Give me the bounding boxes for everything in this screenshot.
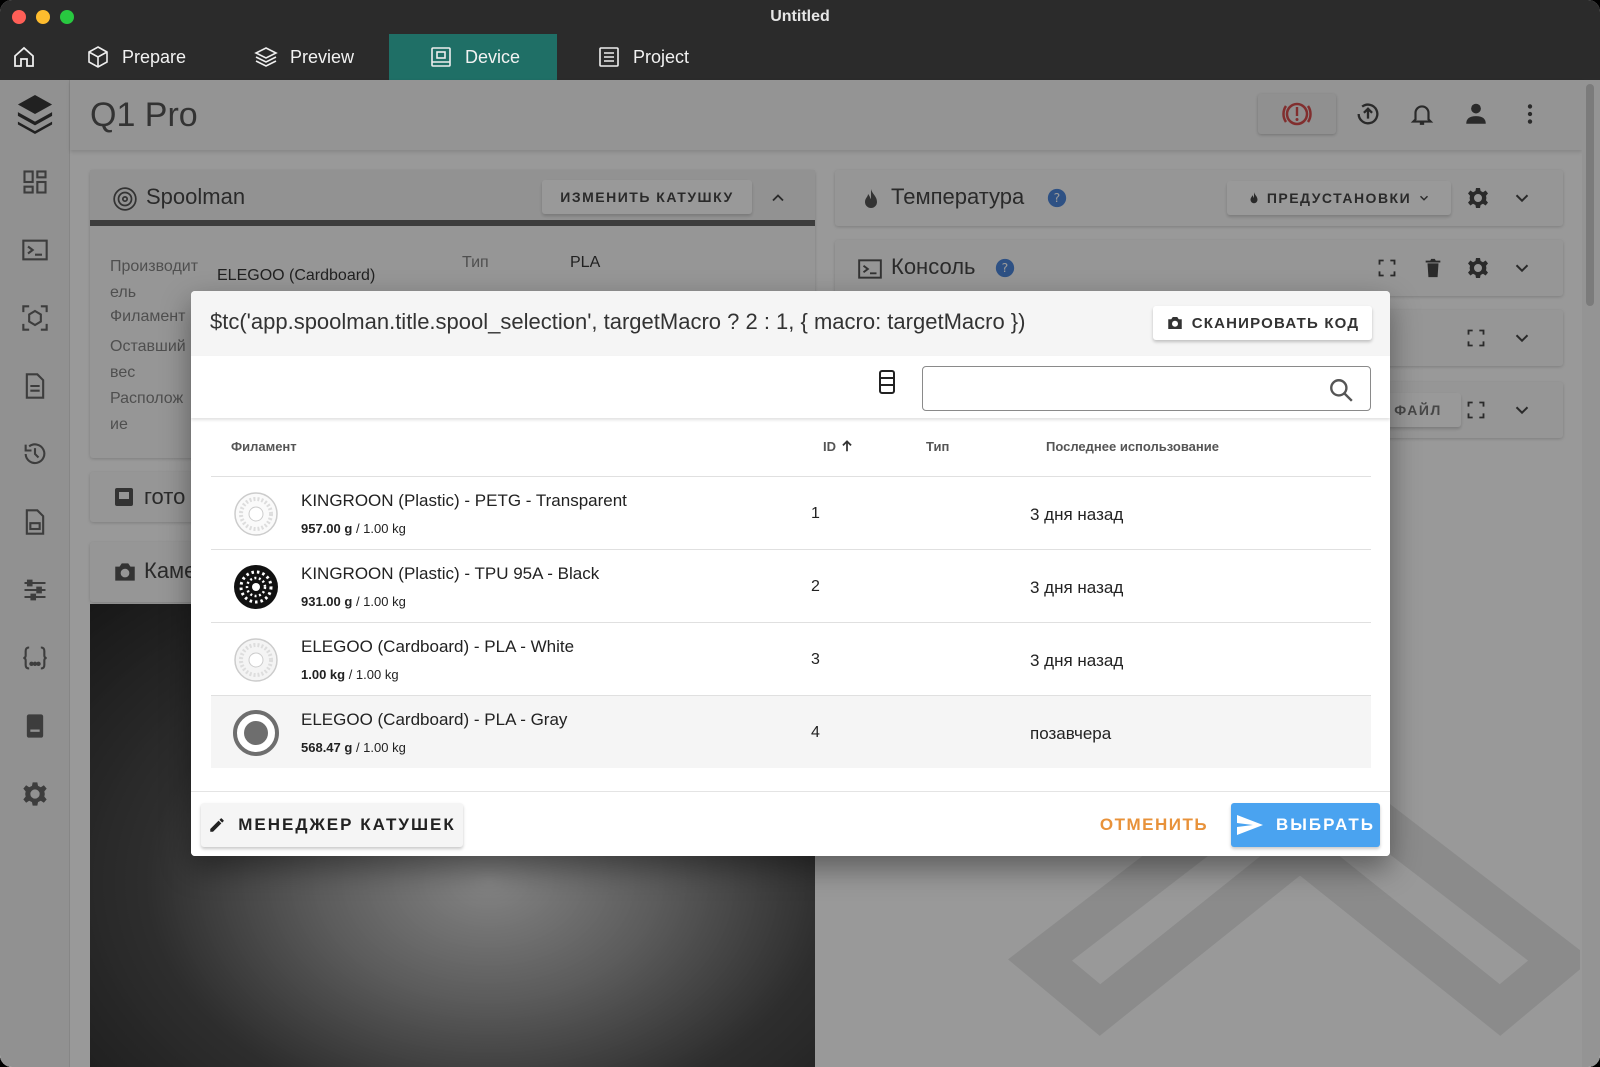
filament-name: ELEGOO (Cardboard) - PLA - Gray	[301, 710, 568, 729]
remaining-weight: 1.00 kg	[301, 667, 346, 682]
table-row[interactable]: KINGROON (Plastic) - PETG - Transparent …	[211, 476, 1371, 549]
remaining-weight: 957.00 g	[301, 521, 353, 536]
last-used: 3 дня назад	[1030, 578, 1124, 597]
spool-gray-icon	[233, 710, 279, 756]
total-weight: / 1.00 kg	[352, 521, 406, 536]
select-label: ВЫБРАТЬ	[1275, 815, 1376, 834]
total-weight: / 1.00 kg	[352, 740, 406, 755]
column-header-id[interactable]: ID	[823, 439, 854, 454]
filament-name: KINGROON (Plastic) - TPU 95A - Black	[301, 564, 600, 583]
tab-project[interactable]: Project	[597, 34, 707, 80]
spool-manager-button[interactable]: МЕНЕДЖЕР КАТУШЕК	[201, 803, 463, 847]
column-header-type[interactable]: Тип	[926, 439, 949, 454]
dialog-toolbar	[191, 356, 1390, 418]
tab-preview[interactable]: Preview	[254, 34, 374, 80]
title-bar: Untitled	[0, 0, 1600, 34]
tab-prepare[interactable]: Prepare	[86, 34, 206, 80]
total-weight: / 1.00 kg	[345, 667, 399, 682]
tab-prepare-label: Prepare	[122, 46, 187, 67]
select-button[interactable]: ВЫБРАТЬ	[1231, 803, 1380, 847]
dialog-footer: МЕНЕДЖЕР КАТУШЕК ОТМЕНИТЬ ВЫБРАТЬ	[191, 791, 1390, 856]
spool-id: 4	[811, 724, 820, 741]
table-row[interactable]: KINGROON (Plastic) - TPU 95A - Black 931…	[211, 549, 1371, 622]
dialog-header: $tc('app.spoolman.title.spool_selection'…	[191, 291, 1390, 356]
filament-name: ELEGOO (Cardboard) - PLA - White	[301, 637, 575, 656]
spool-id: 2	[811, 578, 820, 595]
camera-icon	[1167, 317, 1182, 329]
last-used: 3 дня назад	[1030, 505, 1124, 524]
filament-name: KINGROON (Plastic) - PETG - Transparent	[301, 491, 627, 510]
home-icon	[14, 46, 34, 67]
search-icon[interactable]	[1328, 377, 1354, 403]
cancel-button[interactable]: ОТМЕНИТЬ	[1096, 803, 1212, 847]
app-tab-bar: Prepare Preview Device Project	[0, 34, 1600, 80]
remaining-weight: 931.00 g	[301, 594, 353, 609]
search-input[interactable]	[922, 366, 1371, 411]
spool-white-icon	[234, 638, 278, 682]
spool-black-icon	[234, 565, 278, 609]
column-header-filament[interactable]: Филамент	[231, 439, 297, 454]
list-icon	[599, 47, 619, 67]
tab-project-label: Project	[633, 46, 690, 67]
table-row[interactable]: ELEGOO (Cardboard) - PLA - Gray 568.47 g…	[211, 695, 1371, 768]
last-used: позавчера	[1030, 724, 1112, 743]
filament-weight: 957.00 g / 1.00 kg	[301, 521, 406, 536]
send-icon	[1236, 815, 1263, 835]
tab-preview-label: Preview	[290, 46, 355, 67]
column-header-id-label: ID	[823, 439, 836, 454]
sort-ascending-icon	[841, 440, 852, 452]
filament-weight: 568.47 g / 1.00 kg	[301, 740, 406, 755]
home-tab[interactable]	[12, 34, 40, 80]
scan-code-button[interactable]: СКАНИРОВАТЬ КОД	[1153, 306, 1372, 340]
spool-selection-dialog: $tc('app.spoolman.title.spool_selection'…	[191, 291, 1390, 856]
spool-id: 1	[811, 505, 820, 522]
column-header-last-used[interactable]: Последнее использование	[1046, 439, 1219, 454]
total-weight: / 1.00 kg	[352, 594, 406, 609]
last-used: 3 дня назад	[1030, 651, 1124, 670]
scan-code-label: СКАНИРОВАТЬ КОД	[1191, 314, 1360, 332]
tab-device-label: Device	[465, 46, 521, 67]
layers-icon	[254, 47, 278, 67]
table-row[interactable]: ELEGOO (Cardboard) - PLA - White 1.00 kg…	[211, 622, 1371, 695]
spool-id: 3	[811, 651, 820, 668]
filament-weight: 1.00 kg / 1.00 kg	[301, 667, 399, 682]
columns-icon[interactable]	[875, 368, 899, 396]
spool-manager-label: МЕНЕДЖЕР КАТУШЕК	[238, 815, 456, 834]
remaining-weight: 568.47 g	[301, 740, 353, 755]
cube-icon	[88, 46, 108, 68]
app-window: Untitled Prepare Preview Device Project	[0, 0, 1600, 1067]
spool-transparent-icon	[234, 492, 278, 536]
device-icon	[431, 47, 451, 67]
window-title: Untitled	[770, 8, 830, 25]
dialog-title: $tc('app.spoolman.title.spool_selection'…	[210, 309, 1026, 334]
filament-weight: 931.00 g / 1.00 kg	[301, 594, 406, 609]
tab-device[interactable]: Device	[389, 34, 557, 80]
pencil-icon	[210, 818, 224, 832]
